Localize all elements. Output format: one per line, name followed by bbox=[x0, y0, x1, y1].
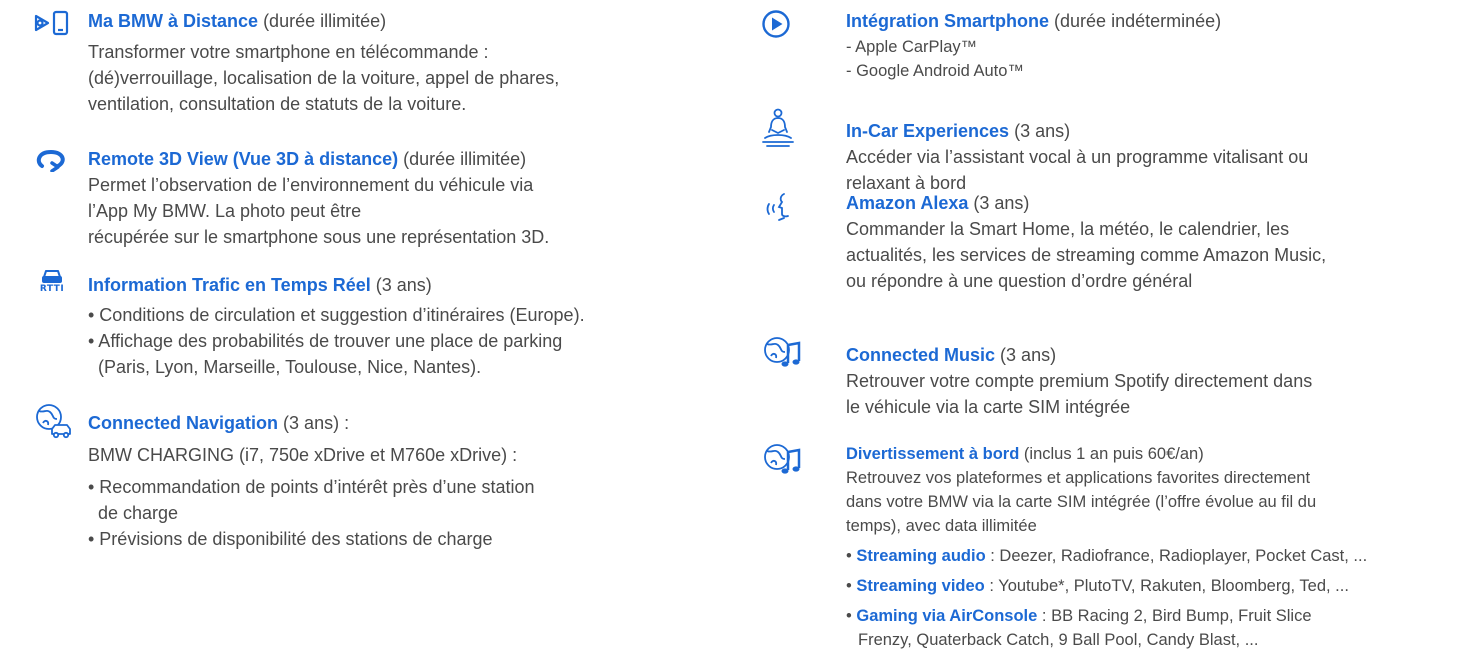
navigation-duration: (3 ans) : bbox=[283, 413, 350, 433]
divert-bullet-label: Streaming video bbox=[856, 577, 985, 595]
ma-bmw-name: Ma BMW à Distance bbox=[88, 11, 259, 31]
play-circle-icon bbox=[761, 9, 791, 39]
globe-car-icon bbox=[32, 403, 72, 439]
rtti-name: Information Trafic en Temps Réel bbox=[88, 275, 371, 295]
smartphone-item: - Google Android Auto™ bbox=[846, 62, 1024, 80]
music-line: le véhicule via la carte SIM intégrée bbox=[846, 397, 1131, 417]
divert-bullet: • Streaming audio : Deezer, Radiofrance,… bbox=[846, 547, 1368, 565]
alexa-duration: (3 ans) bbox=[973, 193, 1030, 213]
navigation-title: Connected Navigation (3 ans) : bbox=[88, 410, 535, 436]
globe-music-icon bbox=[762, 442, 802, 476]
alexa-line: actualités, les services de streaming co… bbox=[846, 245, 1327, 265]
divert-bullet-text: : Deezer, Radiofrance, Radioplayer, Pock… bbox=[985, 547, 1368, 565]
rtti-title: Information Trafic en Temps Réel (3 ans) bbox=[88, 272, 585, 298]
divert-bullet: • Gaming via AirConsole : BB Racing 2, B… bbox=[846, 607, 1312, 625]
rtti-bullets: • Conditions de circulation et suggestio… bbox=[88, 302, 585, 380]
divert-bullets: • Streaming audio : Deezer, Radiofrance,… bbox=[846, 544, 1367, 652]
divert-bullet-continuation: Frenzy, Quaterback Catch, 9 Ball Pool, C… bbox=[858, 631, 1259, 649]
alexa-line: Commander la Smart Home, la météo, le ca… bbox=[846, 219, 1290, 239]
smartphone-section: Intégration Smartphone (durée indétermin… bbox=[846, 8, 1221, 83]
music-description: Retrouver votre compte premium Spotify d… bbox=[846, 368, 1312, 420]
rtti-label: RTTI bbox=[39, 284, 65, 294]
divert-line: dans votre BMW via la carte SIM intégrée… bbox=[846, 493, 1317, 511]
alexa-description: Commander la Smart Home, la météo, le ca… bbox=[846, 216, 1326, 294]
divert-bullet-label: Streaming audio bbox=[856, 547, 986, 565]
divert-section: Divertissement à bord (inclus 1 an puis … bbox=[846, 442, 1367, 652]
ma-bmw-description: Transformer votre smartphone en télécomm… bbox=[88, 39, 559, 117]
divert-bullet-text: : Youtube*, PlutoTV, Rakuten, Bloomberg,… bbox=[984, 577, 1349, 595]
music-section: Connected Music (3 ans) Retrouver votre … bbox=[846, 342, 1312, 420]
remote-3d-line: récupérée sur le smartphone sous une rep… bbox=[88, 227, 550, 247]
smartphone-duration: (durée indéterminée) bbox=[1054, 11, 1222, 31]
smartphone-item: - Apple CarPlay™ bbox=[846, 38, 978, 56]
music-duration: (3 ans) bbox=[1000, 345, 1057, 365]
smartphone-title: Intégration Smartphone (durée indétermin… bbox=[846, 8, 1221, 34]
music-name: Connected Music bbox=[846, 345, 996, 365]
divert-bullet-label: Gaming via AirConsole bbox=[856, 607, 1038, 625]
navigation-name: Connected Navigation bbox=[88, 413, 279, 433]
ma-bmw-title: Ma BMW à Distance (durée illimitée) bbox=[88, 8, 559, 34]
rotate-arrow-icon bbox=[34, 148, 68, 172]
music-title: Connected Music (3 ans) bbox=[846, 342, 1312, 368]
ma-bmw-line: ventilation, consultation de statuts de … bbox=[88, 94, 467, 114]
alexa-line: ou répondre à une question d’ordre génér… bbox=[846, 271, 1193, 291]
voice-assistant-icon bbox=[762, 190, 796, 222]
divert-description: Retrouvez vos plateformes et application… bbox=[846, 466, 1367, 538]
navigation-bullet: • Recommandation de points d’intérêt prè… bbox=[88, 477, 535, 497]
traffic-car-icon: RTTI bbox=[37, 268, 67, 294]
remote-3d-line: l’App My BMW. La photo peut être bbox=[88, 201, 362, 221]
incar-duration: (3 ans) bbox=[1014, 121, 1071, 141]
alexa-section: Amazon Alexa (3 ans) Commander la Smart … bbox=[846, 190, 1326, 294]
rtti-duration: (3 ans) bbox=[375, 275, 432, 295]
remote-phone-icon bbox=[32, 10, 70, 36]
remote-3d-line: Permet l’observation de l’environnement … bbox=[88, 175, 534, 195]
smartphone-list: - Apple CarPlay™ - Google Android Auto™ bbox=[846, 35, 1221, 83]
ma-bmw-duration: (durée illimitée) bbox=[263, 11, 387, 31]
remote-3d-description: Permet l’observation de l’environnement … bbox=[88, 172, 549, 250]
rtti-bullet: • Conditions de circulation et suggestio… bbox=[88, 305, 585, 325]
ma-bmw-line: Transformer votre smartphone en télécomm… bbox=[88, 42, 489, 62]
incar-line: Accéder via l’assistant vocal à un progr… bbox=[846, 147, 1309, 167]
rtti-bullet: (Paris, Lyon, Marseille, Toulouse, Nice,… bbox=[88, 357, 482, 377]
navigation-description: BMW CHARGING (i7, 750e xDrive et M760e x… bbox=[88, 442, 535, 552]
divert-bullet-text: : BB Racing 2, Bird Bump, Fruit Slice bbox=[1037, 607, 1312, 625]
divert-title: Divertissement à bord (inclus 1 an puis … bbox=[846, 442, 1367, 466]
ma-bmw-line: (dé)verrouillage, localisation de la voi… bbox=[88, 68, 560, 88]
navigation-intro: BMW CHARGING (i7, 750e xDrive et M760e x… bbox=[88, 445, 518, 465]
music-line: Retrouver votre compte premium Spotify d… bbox=[846, 371, 1313, 391]
ma-bmw-section: Ma BMW à Distance (durée illimitée) Tran… bbox=[88, 8, 559, 117]
remote-3d-title: Remote 3D View (Vue 3D à distance) (duré… bbox=[88, 146, 549, 172]
remote-3d-section: Remote 3D View (Vue 3D à distance) (duré… bbox=[88, 146, 549, 250]
alexa-name: Amazon Alexa bbox=[846, 193, 969, 213]
divert-duration: (inclus 1 an puis 60€/an) bbox=[1023, 445, 1204, 463]
navigation-section: Connected Navigation (3 ans) : BMW CHARG… bbox=[88, 410, 535, 552]
rtti-bullet: • Affichage des probabilités de trouver … bbox=[88, 331, 563, 351]
smartphone-name: Intégration Smartphone bbox=[846, 11, 1050, 31]
divert-bullet: • Streaming video : Youtube*, PlutoTV, R… bbox=[846, 577, 1349, 595]
meditation-icon bbox=[761, 108, 795, 150]
incar-title: In-Car Experiences (3 ans) bbox=[846, 118, 1308, 144]
remote-3d-duration: (durée illimitée) bbox=[403, 149, 527, 169]
navigation-bullet: de charge bbox=[88, 503, 179, 523]
navigation-bullet: • Prévisions de disponibilité des statio… bbox=[88, 529, 493, 549]
rtti-section: Information Trafic en Temps Réel (3 ans)… bbox=[88, 272, 585, 380]
alexa-title: Amazon Alexa (3 ans) bbox=[846, 190, 1326, 216]
incar-name: In-Car Experiences bbox=[846, 121, 1010, 141]
remote-3d-name: Remote 3D View (Vue 3D à distance) bbox=[88, 149, 399, 169]
incar-section: In-Car Experiences (3 ans) Accéder via l… bbox=[846, 118, 1308, 196]
divert-line: temps), avec data illimitée bbox=[846, 517, 1037, 535]
globe-music-icon bbox=[762, 335, 802, 369]
incar-description: Accéder via l’assistant vocal à un progr… bbox=[846, 144, 1308, 196]
divert-name: Divertissement à bord bbox=[846, 445, 1020, 463]
divert-line: Retrouvez vos plateformes et application… bbox=[846, 469, 1311, 487]
